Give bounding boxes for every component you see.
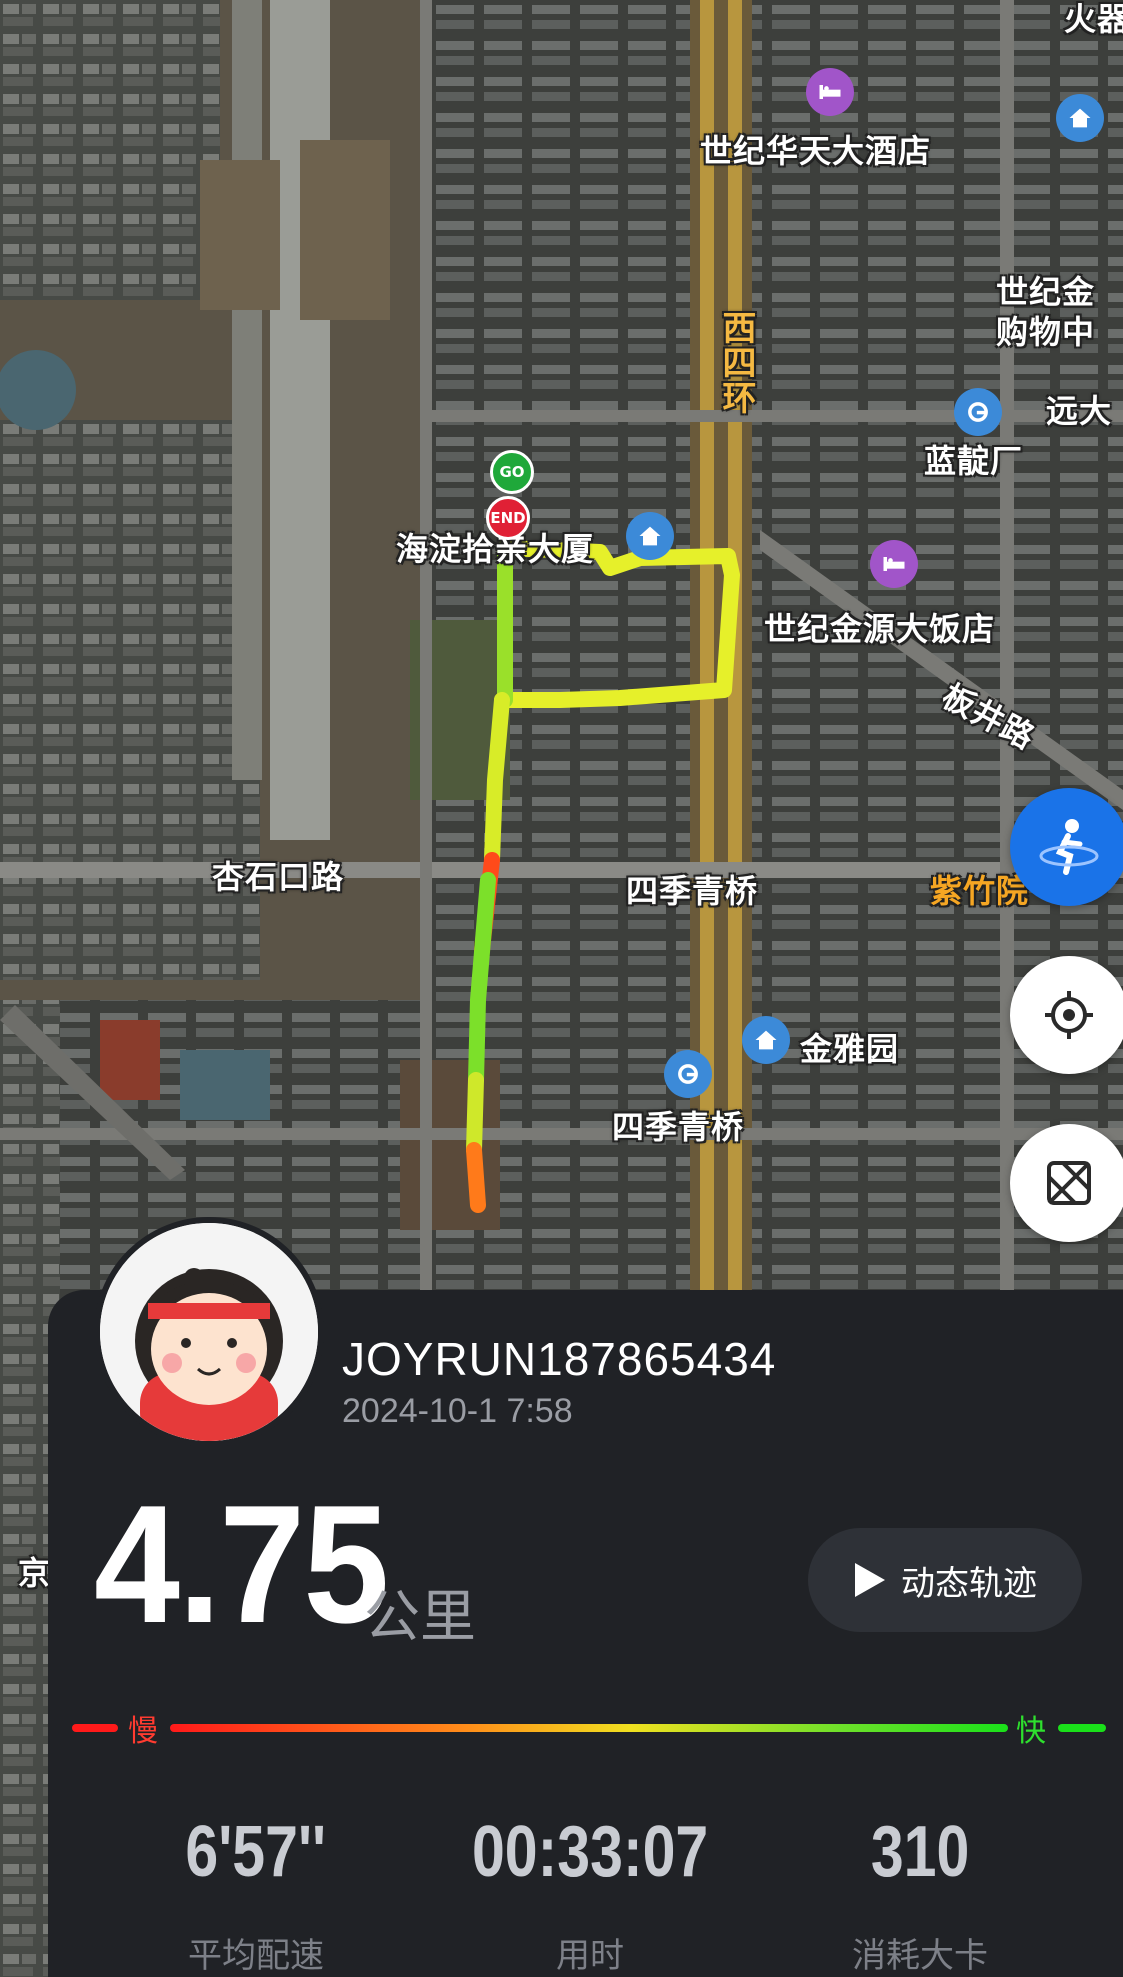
distance-value: 4.75 xyxy=(94,1470,389,1658)
runner-icon xyxy=(1039,819,1099,875)
map-label-xisihuan: 西四环 xyxy=(716,310,756,415)
pace-label: 平均配速 xyxy=(188,1936,324,1976)
track-replay-label: 动态轨迹 xyxy=(901,1563,1037,1604)
calories-label: 消耗大卡 xyxy=(852,1936,988,1976)
start-marker[interactable]: GO xyxy=(490,450,534,494)
crosshair-icon xyxy=(1045,991,1093,1039)
track-replay-button[interactable]: 动态轨迹 xyxy=(808,1528,1082,1632)
username: JOYRUN187865434 xyxy=(342,1333,777,1385)
calories-value: 310 xyxy=(870,1812,970,1892)
map-label-sijiqingqiao-bridge: 四季青桥 xyxy=(626,872,759,910)
distance-unit: 公里 xyxy=(364,1585,476,1650)
map-layer-icon xyxy=(1047,1161,1091,1205)
fast-label: 快 xyxy=(1016,1714,1046,1749)
hotel-pin-icon[interactable] xyxy=(870,540,918,588)
stat-duration: 00:33:07 用时 xyxy=(440,1816,740,1977)
speed-legend-bar xyxy=(72,1724,1106,1732)
map-label-zizhu: 紫竹院 xyxy=(930,872,1030,910)
map-label-xingshikou: 杏石口路 xyxy=(212,858,345,896)
run-mode-button[interactable] xyxy=(1010,788,1123,906)
hotel-pin-icon[interactable] xyxy=(806,68,854,116)
subway-pin-icon[interactable] xyxy=(664,1050,712,1098)
map-label-mall: 世纪金 购物中 xyxy=(996,272,1095,352)
run-datetime: 2024-10-1 7:58 xyxy=(342,1392,573,1430)
map-label-jinyayuan: 金雅园 xyxy=(800,1030,900,1068)
slow-label: 慢 xyxy=(128,1714,158,1749)
pace-value: 6'57'' xyxy=(185,1812,327,1892)
avatar-cartoon-icon xyxy=(100,1223,318,1441)
map-label-jing: 京 xyxy=(18,1554,52,1592)
play-icon xyxy=(855,1563,885,1597)
subway-pin-icon[interactable] xyxy=(954,388,1002,436)
duration-label: 用时 xyxy=(556,1936,624,1976)
mall-line2: 购物中 xyxy=(996,313,1096,351)
map-layer-button[interactable] xyxy=(1010,1124,1123,1242)
duration-value: 00:33:07 xyxy=(471,1812,709,1892)
locate-button[interactable] xyxy=(1010,956,1123,1074)
stat-calories: 310 消耗大卡 xyxy=(770,1816,1070,1977)
map-label-landianchang: 蓝靛厂 xyxy=(924,442,1024,480)
mall-line1: 世纪金 xyxy=(996,273,1096,311)
map-label-hotel2: 世纪金源大饭店 xyxy=(764,610,996,648)
residence-pin-icon[interactable] xyxy=(1056,94,1104,142)
residence-pin-icon[interactable] xyxy=(742,1016,790,1064)
avatar[interactable] xyxy=(94,1217,324,1447)
stat-pace: 6'57'' 平均配速 xyxy=(106,1816,406,1977)
map-label-sijiqingqiao-station: 四季青桥 xyxy=(612,1108,745,1146)
map-label-yuan: 远大 xyxy=(1046,392,1113,430)
map-label-hotel1: 世纪华天大酒店 xyxy=(700,132,932,170)
residence-pin-icon[interactable] xyxy=(626,512,674,560)
map-label-huoqi: 火器 xyxy=(1064,0,1123,38)
end-marker[interactable]: END xyxy=(486,496,530,540)
